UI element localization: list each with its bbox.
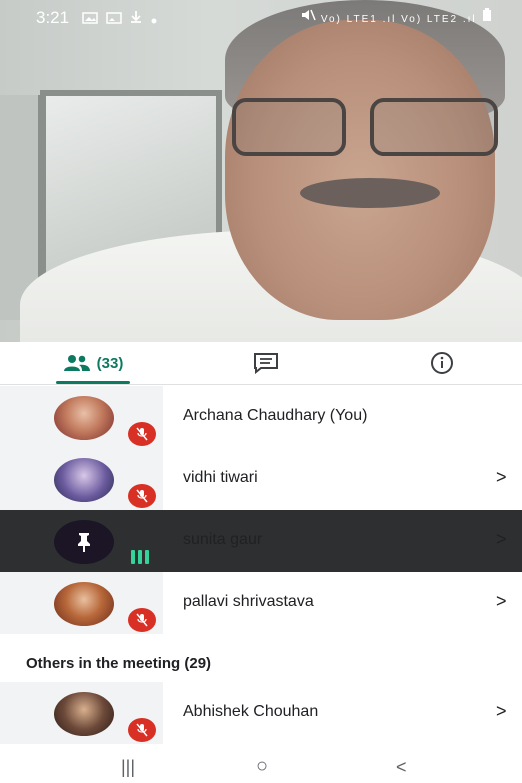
pin-icon bbox=[78, 533, 90, 552]
status-time: 3:21 bbox=[36, 8, 70, 27]
main-video-feed[interactable] bbox=[0, 0, 522, 342]
status-bar: 3:21 Vo) LTE1 .ıl Vo) LTE2 .ıl bbox=[0, 0, 522, 34]
muted-mic-icon bbox=[128, 422, 156, 446]
signal-text: Vo) LTE1 .ıl Vo) LTE2 .ıl bbox=[320, 14, 477, 25]
participant-name: vidhi tiwari bbox=[183, 469, 258, 486]
participant-row[interactable]: Abhishek Chouhan > bbox=[0, 682, 522, 744]
download-icon bbox=[131, 11, 142, 23]
avatar bbox=[54, 520, 114, 564]
participant-name: Abhishek Chouhan bbox=[183, 703, 319, 720]
dot-icon bbox=[151, 18, 157, 24]
chat-icon bbox=[254, 353, 278, 374]
video-person-glasses-right bbox=[370, 98, 498, 156]
active-tab-indicator bbox=[56, 381, 130, 384]
meeting-tabs: (33) bbox=[0, 342, 522, 385]
muted-mic-icon bbox=[128, 718, 156, 742]
video-person-face bbox=[225, 20, 495, 320]
notification-icons bbox=[82, 10, 157, 27]
system-status-icons: Vo) LTE1 .ıl Vo) LTE2 .ıl bbox=[300, 8, 492, 25]
tab-chat[interactable] bbox=[250, 342, 282, 384]
people-icon bbox=[63, 355, 90, 371]
home-button[interactable]: ○ bbox=[256, 755, 268, 778]
participant-row[interactable]: pallavi shrivastava > bbox=[0, 572, 522, 634]
muted-mic-icon bbox=[128, 608, 156, 632]
participant-name: sunita gaur bbox=[183, 531, 263, 548]
video-person-mustache bbox=[300, 178, 440, 208]
avatar bbox=[54, 582, 114, 626]
mute-icon bbox=[301, 9, 316, 21]
participant-row-active[interactable]: sunita gaur > bbox=[0, 510, 522, 572]
participant-row[interactable]: vidhi tiwari > bbox=[0, 448, 522, 510]
tab-people[interactable]: (33) bbox=[56, 342, 130, 384]
tab-info[interactable] bbox=[426, 342, 458, 384]
chevron-right-icon[interactable]: > bbox=[496, 467, 507, 488]
chevron-right-icon[interactable]: > bbox=[496, 701, 507, 722]
recents-button[interactable]: ||| bbox=[121, 757, 135, 778]
participant-name: pallavi shrivastava bbox=[183, 593, 314, 610]
chevron-right-icon[interactable]: > bbox=[496, 529, 507, 550]
audio-bars-icon bbox=[131, 550, 149, 564]
avatar bbox=[54, 458, 114, 502]
muted-mic-icon bbox=[128, 484, 156, 508]
participant-row[interactable]: Archana Chaudhary (You) bbox=[0, 386, 522, 448]
people-count: (33) bbox=[96, 354, 124, 372]
participant-name: Archana Chaudhary (You) bbox=[183, 407, 368, 424]
others-section-label: Others in the meeting (29) bbox=[26, 655, 212, 672]
chevron-right-icon[interactable]: > bbox=[496, 591, 507, 612]
info-icon bbox=[431, 352, 453, 374]
image-icon bbox=[82, 12, 98, 24]
avatar bbox=[54, 396, 114, 440]
battery-icon bbox=[483, 8, 491, 21]
avatar bbox=[54, 692, 114, 736]
system-nav-bar: ||| ○ < bbox=[0, 755, 522, 783]
back-button[interactable]: < bbox=[396, 757, 407, 778]
video-person-glasses-left bbox=[232, 98, 346, 156]
image-icon bbox=[105, 12, 122, 24]
